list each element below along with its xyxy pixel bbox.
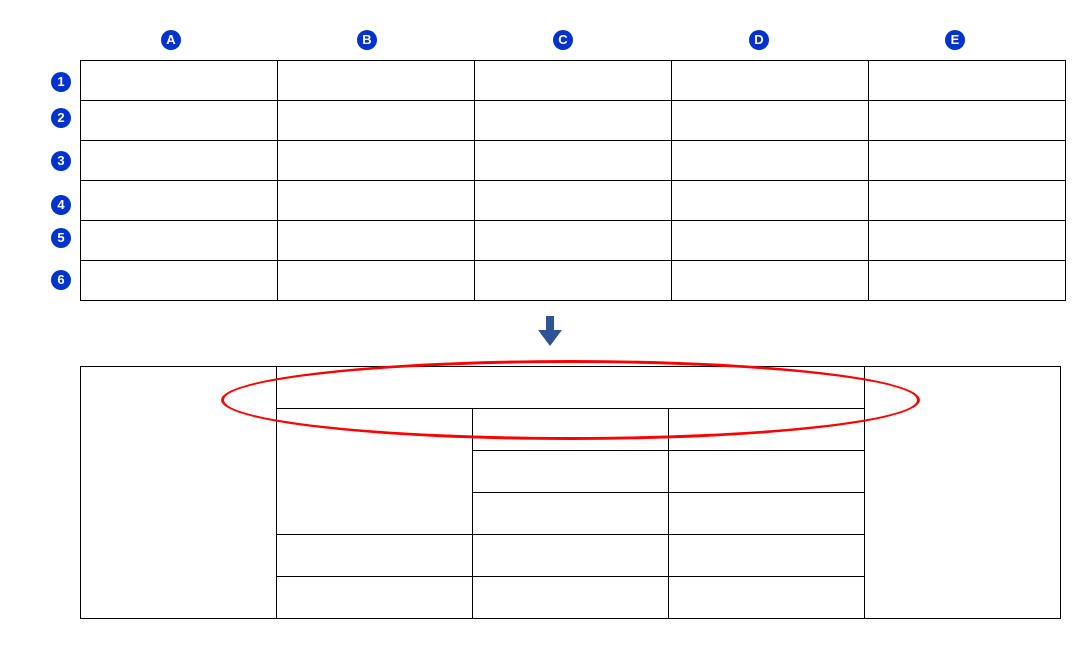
top-cell (672, 141, 869, 181)
top-cell (475, 261, 672, 301)
diagram-canvas: A B C D E 1 2 3 4 5 6 (0, 0, 1080, 664)
cell-C4 (473, 493, 669, 535)
cell-D5 (669, 535, 865, 577)
row-marker-4: 4 (51, 195, 71, 215)
top-cell (475, 141, 672, 181)
top-cell (672, 261, 869, 301)
top-cell (81, 141, 278, 181)
top-cell (869, 181, 1066, 221)
cell-D4 (669, 493, 865, 535)
col-marker-E: E (945, 30, 965, 50)
cell-D3 (669, 451, 865, 493)
top-cell (278, 61, 475, 101)
cell-C5 (473, 535, 669, 577)
top-cell (81, 261, 278, 301)
top-cell (278, 221, 475, 261)
row-marker-6: 6 (51, 270, 71, 290)
arrow-down-icon (538, 316, 562, 346)
top-cell (81, 181, 278, 221)
top-grid (80, 60, 1066, 301)
col-marker-C: C (553, 30, 573, 50)
top-cell (869, 61, 1066, 101)
top-cell (475, 101, 672, 141)
row-marker-2: 2 (51, 108, 71, 128)
top-cell (672, 181, 869, 221)
col-marker-A: A (161, 30, 181, 50)
cell-C6 (473, 577, 669, 619)
row-marker-1: 1 (51, 72, 71, 92)
top-cell (278, 141, 475, 181)
top-cell (672, 221, 869, 261)
cell-B5 (277, 535, 473, 577)
top-cell (672, 61, 869, 101)
cell-C3 (473, 451, 669, 493)
cell-B6 (277, 577, 473, 619)
top-cell (475, 181, 672, 221)
top-cell (81, 61, 278, 101)
col-marker-D: D (749, 30, 769, 50)
row-marker-3: 3 (51, 151, 71, 171)
top-cell (81, 101, 278, 141)
row-marker-5: 5 (51, 228, 71, 248)
col-marker-B: B (357, 30, 377, 50)
top-cell (869, 141, 1066, 181)
highlight-ellipse (221, 360, 920, 440)
top-cell (869, 261, 1066, 301)
top-cell (672, 101, 869, 141)
top-cell (278, 261, 475, 301)
top-cell (278, 181, 475, 221)
top-cell (869, 221, 1066, 261)
top-cell (475, 61, 672, 101)
top-cell (869, 101, 1066, 141)
top-cell (81, 221, 278, 261)
top-cell (475, 221, 672, 261)
top-cell (278, 101, 475, 141)
cell-D6 (669, 577, 865, 619)
